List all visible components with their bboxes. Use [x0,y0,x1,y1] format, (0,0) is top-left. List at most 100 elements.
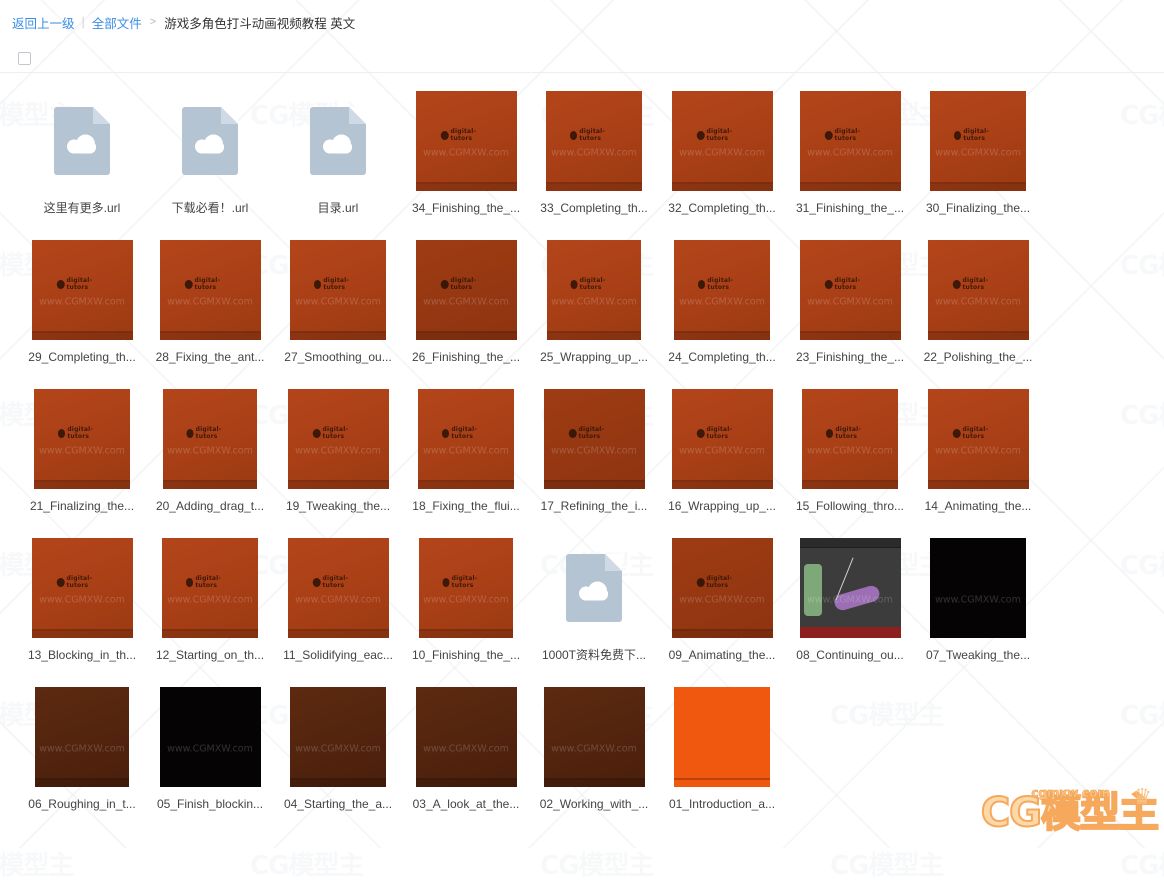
file-thumbnail[interactable]: digital-tutors www.CGMXW.com [795,91,905,191]
file-thumbnail[interactable]: digital-tutors www.CGMXW.com [923,240,1033,340]
file-thumbnail[interactable]: digital-tutors www.CGMXW.com [539,91,649,191]
file-name-label: 1000T资料免费下... [541,648,647,662]
thumb-watermark: www.CGMXW.com [807,445,893,457]
file-thumbnail[interactable]: digital-tutors www.CGMXW.com [795,240,905,340]
file-item[interactable]: digital-tutors www.CGMXW.com 33_Completi… [530,91,658,240]
file-item[interactable]: digital-tutors www.CGMXW.com 20_Adding_d… [146,389,274,538]
file-item[interactable]: digital-tutors www.CGMXW.com 13_Blocking… [18,538,146,687]
digital-tutors-logo: digital-tutors [56,277,108,291]
breadcrumb-root-link[interactable]: 全部文件 [92,13,142,32]
file-item[interactable]: digital-tutors www.CGMXW.com 11_Solidify… [274,538,402,687]
file-thumbnail[interactable] [667,687,777,787]
digital-tutors-wordmark: digital-tutors [578,426,605,440]
file-item[interactable]: digital-tutors www.CGMXW.com 23_Finishin… [786,240,914,389]
breadcrumb-divider: | [81,15,85,29]
file-item[interactable]: digital-tutors www.CGMXW.com 16_Wrapping… [658,389,786,538]
file-item[interactable]: digital-tutors www.CGMXW.com 29_Completi… [18,240,146,389]
file-thumbnail[interactable]: digital-tutors www.CGMXW.com [283,538,393,638]
file-thumbnail[interactable]: digital-tutors www.CGMXW.com [667,538,777,638]
file-item[interactable]: digital-tutors www.CGMXW.com 12_Starting… [146,538,274,687]
file-item[interactable]: www.CGMXW.com 03_A_look_at_the... [402,687,530,836]
file-item[interactable]: digital-tutors www.CGMXW.com 27_Smoothin… [274,240,402,389]
file-thumbnail[interactable]: digital-tutors www.CGMXW.com [411,240,521,340]
file-thumbnail[interactable]: digital-tutors www.CGMXW.com [923,91,1033,191]
file-thumbnail[interactable]: digital-tutors www.CGMXW.com [155,389,265,489]
file-thumbnail[interactable]: www.CGMXW.com [411,687,521,787]
digital-tutors-dot-icon [954,130,962,140]
file-thumbnail[interactable]: digital-tutors www.CGMXW.com [539,389,649,489]
file-item[interactable]: digital-tutors www.CGMXW.com 10_Finishin… [402,538,530,687]
select-all-checkbox[interactable] [18,51,31,65]
file-thumbnail[interactable] [539,538,649,638]
file-thumbnail[interactable]: digital-tutors www.CGMXW.com [411,91,521,191]
file-name-label: 08_Continuing_ou... [796,648,904,662]
file-thumbnail[interactable]: digital-tutors www.CGMXW.com [923,389,1033,489]
file-name-label: 01_Introduction_a... [668,797,776,811]
thumb-strip-bar [415,184,517,191]
file-thumbnail[interactable]: digital-tutors www.CGMXW.com [667,389,777,489]
file-item[interactable]: www.CGMXW.com 08_Continuing_ou... [786,538,914,687]
file-item[interactable]: www.CGMXW.com 07_Tweaking_the... [914,538,1042,687]
file-item[interactable]: digital-tutors www.CGMXW.com 24_Completi… [658,240,786,389]
file-name-label: 30_Finalizing_the... [925,201,1031,215]
file-item[interactable]: digital-tutors www.CGMXW.com 32_Completi… [658,91,786,240]
file-item[interactable]: www.CGMXW.com 05_Finish_blockin... [146,687,274,836]
file-thumbnail[interactable]: digital-tutors www.CGMXW.com [667,91,777,191]
file-thumbnail[interactable]: digital-tutors www.CGMXW.com [411,538,521,638]
maya-timeline [799,627,901,638]
file-thumbnail[interactable]: www.CGMXW.com [27,687,137,787]
file-thumbnail[interactable] [283,91,393,191]
thumb-watermark: www.CGMXW.com [679,594,765,606]
digital-tutors-dot-icon [184,279,193,289]
file-thumbnail[interactable]: digital-tutors www.CGMXW.com [795,389,905,489]
thumbnail-image: www.CGMXW.com [159,687,261,787]
file-item[interactable]: www.CGMXW.com 06_Roughing_in_t... [18,687,146,836]
file-thumbnail[interactable]: digital-tutors www.CGMXW.com [27,240,137,340]
file-item[interactable]: digital-tutors www.CGMXW.com 21_Finalizi… [18,389,146,538]
digital-tutors-dot-icon [58,428,66,438]
file-item[interactable]: www.CGMXW.com 04_Starting_the_a... [274,687,402,836]
file-thumbnail[interactable]: digital-tutors www.CGMXW.com [539,240,649,340]
file-thumbnail[interactable]: www.CGMXW.com [923,538,1033,638]
file-item[interactable]: digital-tutors www.CGMXW.com 15_Followin… [786,389,914,538]
file-item[interactable]: digital-tutors www.CGMXW.com 22_Polishin… [914,240,1042,389]
file-thumbnail[interactable] [155,91,265,191]
file-item[interactable]: digital-tutors www.CGMXW.com 34_Finishin… [402,91,530,240]
file-item[interactable]: 这里有更多.url [18,91,146,240]
file-thumbnail[interactable]: digital-tutors www.CGMXW.com [667,240,777,340]
file-item[interactable]: 1000T资料免费下... [530,538,658,687]
file-name-label: 下载必看！.url [171,201,249,215]
file-item[interactable]: digital-tutors www.CGMXW.com 18_Fixing_t… [402,389,530,538]
file-thumbnail[interactable]: digital-tutors www.CGMXW.com [283,240,393,340]
file-thumbnail[interactable]: www.CGMXW.com [283,687,393,787]
file-item[interactable]: digital-tutors www.CGMXW.com 31_Finishin… [786,91,914,240]
file-name-label: 31_Finishing_the_... [795,201,905,215]
file-thumbnail[interactable]: digital-tutors www.CGMXW.com [283,389,393,489]
file-thumbnail[interactable]: www.CGMXW.com [795,538,905,638]
file-item[interactable]: digital-tutors www.CGMXW.com 30_Finalizi… [914,91,1042,240]
file-item[interactable]: digital-tutors www.CGMXW.com 09_Animatin… [658,538,786,687]
thumbnail-image: digital-tutors www.CGMXW.com [162,538,258,638]
file-thumbnail[interactable]: digital-tutors www.CGMXW.com [155,538,265,638]
thumb-strip-bar [31,333,133,340]
file-item[interactable]: digital-tutors www.CGMXW.com 17_Refining… [530,389,658,538]
file-item[interactable]: digital-tutors www.CGMXW.com 28_Fixing_t… [146,240,274,389]
file-item[interactable]: digital-tutors www.CGMXW.com 26_Finishin… [402,240,530,389]
file-thumbnail[interactable]: digital-tutors www.CGMXW.com [27,389,137,489]
file-thumbnail[interactable] [27,91,137,191]
file-item[interactable]: www.CGMXW.com 02_Working_with_... [530,687,658,836]
file-item[interactable]: 目录.url [274,91,402,240]
file-thumbnail[interactable]: www.CGMXW.com [155,687,265,787]
file-item[interactable]: digital-tutors www.CGMXW.com 14_Animatin… [914,389,1042,538]
file-item[interactable]: 下载必看！.url [146,91,274,240]
file-thumbnail[interactable]: www.CGMXW.com [539,687,649,787]
thumb-strip-bar [159,333,261,340]
breadcrumb-back-link[interactable]: 返回上一级 [12,13,75,32]
file-thumbnail[interactable]: digital-tutors www.CGMXW.com [411,389,521,489]
file-item[interactable]: digital-tutors www.CGMXW.com 25_Wrapping… [530,240,658,389]
thumb-watermark: www.CGMXW.com [935,445,1021,457]
file-thumbnail[interactable]: digital-tutors www.CGMXW.com [155,240,265,340]
file-item[interactable]: digital-tutors www.CGMXW.com 19_Tweaking… [274,389,402,538]
file-thumbnail[interactable]: digital-tutors www.CGMXW.com [27,538,137,638]
file-item[interactable]: 01_Introduction_a... [658,687,786,836]
